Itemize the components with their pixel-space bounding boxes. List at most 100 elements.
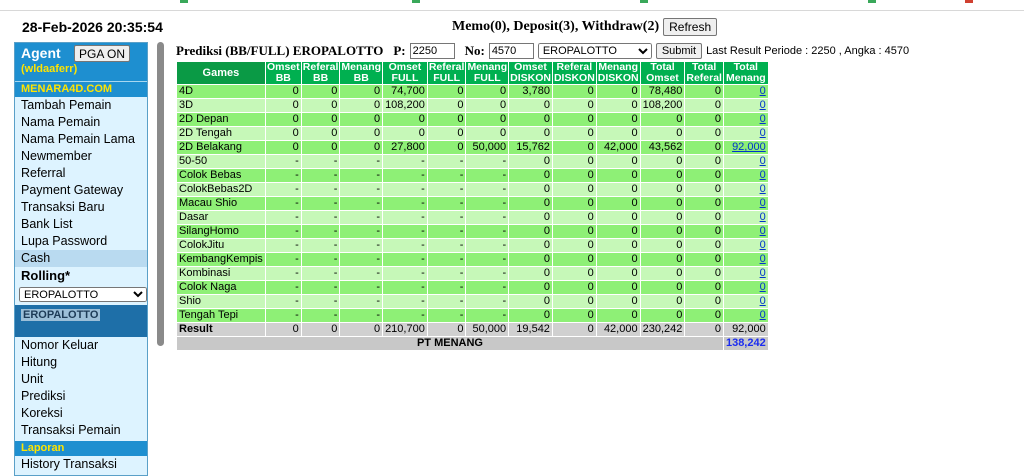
result-cell: 0: [300, 322, 341, 337]
total-menang-link[interactable]: 0: [722, 168, 769, 183]
sidebar-item-hitung[interactable]: Hitung: [15, 354, 147, 371]
table-cell: 0: [465, 98, 510, 113]
sidebar-item-nama-pemain[interactable]: Nama Pemain: [15, 114, 147, 131]
table-cell: 0: [551, 126, 597, 141]
table-cell: -: [426, 238, 467, 253]
total-menang-link[interactable]: 0: [722, 112, 769, 127]
result-cell: 92,000: [722, 322, 769, 337]
table-cell: 0: [639, 196, 686, 211]
table-cell: 0: [595, 224, 641, 239]
total-menang-link[interactable]: 0: [722, 182, 769, 197]
last-result: Last Result Periode : 2250 , Angka : 457…: [706, 45, 910, 57]
total-menang-link[interactable]: 0: [722, 196, 769, 211]
number-input[interactable]: [488, 43, 534, 59]
table-cell: 0: [551, 140, 597, 155]
table-row: Colok Bebas - - - - - -0 0 0 0 0 0: [176, 168, 769, 183]
game-name: 50-50: [176, 154, 266, 169]
table-cell: -: [300, 168, 341, 183]
sidebar-item-nomor-keluar[interactable]: Nomor Keluar: [15, 337, 147, 354]
sidebar-item-history-transaksi[interactable]: History Transaksi: [15, 456, 147, 473]
table-cell: 0: [639, 266, 686, 281]
table-cell: -: [339, 308, 384, 323]
total-menang-link[interactable]: 0: [722, 266, 769, 281]
market-select[interactable]: EROPALOTTO: [19, 287, 147, 302]
table-cell: 0: [426, 84, 467, 99]
submit-button[interactable]: Submit: [655, 43, 703, 59]
total-menang-link[interactable]: 0: [722, 84, 769, 99]
table-cell: 0: [508, 154, 553, 169]
table-cell: 0: [551, 182, 597, 197]
table-cell: 0: [264, 126, 302, 141]
table-cell: 0: [508, 252, 553, 267]
total-menang-link[interactable]: 0: [722, 154, 769, 169]
table-cell: -: [300, 252, 341, 267]
sidebar-item-nama-pemain-lama[interactable]: Nama Pemain Lama: [15, 131, 147, 148]
table-cell: 0: [264, 112, 302, 127]
table-cell: 0: [595, 112, 641, 127]
table-body: 4D 0 0 0 74,700 0 0 3,780 0 0 78,480 0 0 3D 0 0 0 108,200…: [176, 84, 769, 351]
top-marker: [180, 0, 188, 3]
form-title: Prediksi (BB/FULL) EROPALOTTO: [176, 43, 384, 58]
table-cell: 0: [595, 210, 641, 225]
total-menang-link[interactable]: 0: [722, 294, 769, 309]
table-cell: 0: [639, 210, 686, 225]
sidebar-item-payment-gateway[interactable]: Payment Gateway: [15, 182, 147, 199]
sidebar-item-unit[interactable]: Unit: [15, 371, 147, 388]
table-row: 3D 0 0 0 108,200 0 0 0 0 0 108,200 0 0: [176, 98, 769, 113]
game-name: 4D: [176, 84, 266, 99]
total-menang-link[interactable]: 0: [722, 238, 769, 253]
table-cell: 0: [639, 238, 686, 253]
notification-status[interactable]: Memo(0), Deposit(3), Withdraw(2): [452, 19, 659, 35]
total-menang-link[interactable]: 0: [722, 210, 769, 225]
table-cell: -: [382, 168, 428, 183]
table-cell: -: [426, 308, 467, 323]
table-cell: 50,000: [465, 140, 510, 155]
sidebar-item-cash[interactable]: Cash: [15, 250, 147, 267]
table-cell: 0: [264, 98, 302, 113]
table-cell: -: [264, 168, 302, 183]
column-header: Games: [176, 61, 266, 85]
table-row: 2D Depan 0 0 0 0 0 0 0 0 0 0 0 0: [176, 112, 769, 127]
sidebar-item-transaksi-baru[interactable]: Transaksi Baru: [15, 199, 147, 216]
period-input[interactable]: [409, 43, 455, 59]
sidebar-item-tambah-pemain[interactable]: Tambah Pemain: [15, 97, 147, 114]
total-menang-link[interactable]: 0: [722, 224, 769, 239]
sidebar-scrollbar[interactable]: [157, 42, 164, 346]
sidebar-item-bank-list[interactable]: Bank List: [15, 216, 147, 233]
total-menang-link[interactable]: 0: [722, 126, 769, 141]
table-cell: 0: [551, 308, 597, 323]
total-menang-link[interactable]: 0: [722, 280, 769, 295]
total-menang-link[interactable]: 0: [722, 308, 769, 323]
table-row: SilangHomo - - - - - -0 0 0 0 0 0: [176, 224, 769, 239]
table-cell: -: [426, 252, 467, 267]
table-cell: 0: [595, 182, 641, 197]
table-cell: 0: [639, 168, 686, 183]
table-cell: -: [339, 252, 384, 267]
table-cell: -: [426, 196, 467, 211]
refresh-button[interactable]: Refresh: [663, 18, 718, 36]
form-market-select[interactable]: EROPALOTTO: [537, 43, 652, 59]
table-cell: -: [465, 196, 510, 211]
table-cell: 42,000: [595, 140, 641, 155]
table-cell: -: [465, 224, 510, 239]
sidebar-item-lupa-password[interactable]: Lupa Password: [15, 233, 147, 250]
column-header: Menang DISKON: [595, 61, 641, 85]
sidebar-item-transaksi-pemain[interactable]: Transaksi Pemain: [15, 422, 147, 439]
table-cell: 0: [684, 266, 724, 281]
sidebar-item-newmember[interactable]: Newmember: [15, 148, 147, 165]
total-menang-link[interactable]: 0: [722, 98, 769, 113]
result-cell: 0: [684, 322, 724, 337]
market-label: EROPALOTTO: [21, 309, 101, 321]
table-cell: 0: [382, 126, 428, 141]
total-menang-link[interactable]: 92,000: [722, 140, 769, 155]
table-cell: 0: [639, 294, 686, 309]
table-cell: 0: [684, 84, 724, 99]
pga-toggle-button[interactable]: PGA ON: [74, 45, 131, 62]
total-menang-link[interactable]: 0: [722, 252, 769, 267]
sidebar-item-referral[interactable]: Referral: [15, 165, 147, 182]
table-cell: -: [339, 266, 384, 281]
sidebar-item-koreksi[interactable]: Koreksi: [15, 405, 147, 422]
sidebar-item-prediksi[interactable]: Prediksi: [15, 388, 147, 405]
table-cell: -: [465, 308, 510, 323]
period-label: P:: [393, 43, 406, 58]
